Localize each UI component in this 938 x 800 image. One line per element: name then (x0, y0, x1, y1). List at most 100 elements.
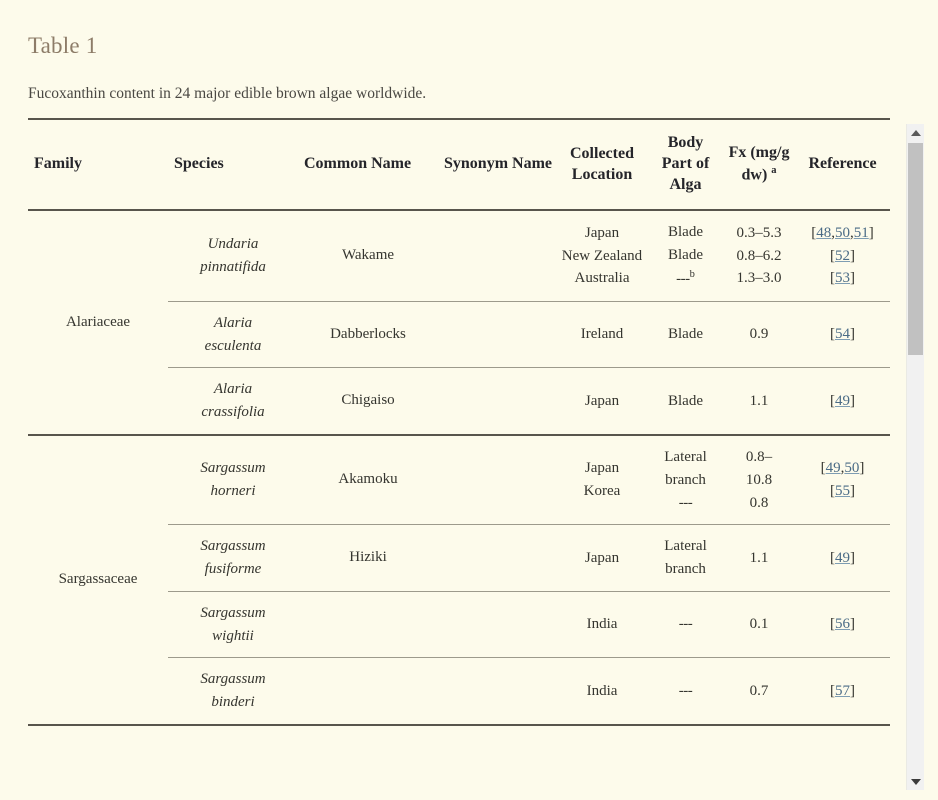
cell-line: binderi (172, 691, 294, 714)
cell-line-text: India (586, 682, 618, 699)
table-row: Sargassaceae Sargassum horneri Akamoku Japan… (28, 433, 890, 726)
cell-common-name: Wakame (298, 209, 438, 302)
cell-species: Sargassum wightii (168, 590, 298, 658)
cell-fx-value: 0.3–5.3 0.8–6.2 1.3–3.0 (723, 209, 795, 302)
cell-line-text: Korea (583, 483, 621, 500)
cell-line: India (560, 613, 644, 636)
reference-group: [49,50] (820, 460, 865, 477)
column-header-species: Species (168, 118, 298, 212)
cell-species: Alaria esculenta (168, 300, 298, 368)
table-wrapper: Family Species Common Name Synonym Name … (28, 118, 890, 728)
cell-line: --- (652, 680, 719, 703)
footnote-marker: b (689, 268, 695, 280)
cell-species: Sargassum horneri (168, 433, 298, 525)
cell-body-part: Blade Blade ---b (648, 209, 723, 302)
reference-link[interactable]: 49 (826, 460, 841, 476)
cell-body-part: --- (648, 657, 723, 726)
column-header-common-name: Common Name (298, 118, 438, 212)
cell-line-text: Alaria (213, 381, 253, 398)
cell-line: Ireland (560, 323, 644, 346)
scrollbar-thumb[interactable] (908, 143, 923, 355)
cell-line: crassifolia (172, 401, 294, 424)
reference-link[interactable]: 50 (844, 460, 859, 476)
cell-line-text: 0.3–5.3 (736, 224, 782, 241)
cell-line: 0.1 (727, 613, 791, 636)
reference-link[interactable]: 56 (835, 616, 850, 632)
reference-group: [53] (830, 270, 855, 287)
cell-line-text: 0.7 (749, 682, 769, 699)
cell-common-name: Dabberlocks (298, 300, 438, 368)
vertical-scrollbar[interactable] (906, 124, 924, 790)
cell-line: Sargassum (172, 535, 294, 558)
cell-line-text: 10.8 (745, 471, 773, 488)
cell-line: Blade (652, 221, 719, 244)
cell-line-text: 1.3–3.0 (736, 270, 782, 287)
cell-line-text: --- (678, 682, 693, 699)
cell-line-text: 0.1 (749, 616, 769, 633)
reference-link[interactable]: 51 (854, 225, 869, 241)
reference-link[interactable]: 50 (835, 225, 850, 241)
cell-fx-value: 0.8– 10.8 0.8 (723, 433, 795, 525)
cell-line: Undaria (172, 233, 294, 256)
cell-line: 0.8– (727, 446, 791, 469)
column-header-family: Family (28, 118, 168, 212)
cell-synonym-name (438, 300, 556, 368)
table-scroll-area[interactable]: Family Species Common Name Synonym Name … (0, 118, 938, 800)
cell-fx-value: 0.7 (723, 657, 795, 726)
table-bottom-rule-cell (28, 724, 890, 728)
cell-line-text: Australia (574, 270, 630, 287)
reference-group: [56] (830, 616, 855, 633)
cell-line: horneri (172, 480, 294, 503)
cell-line: Japan (560, 547, 644, 570)
reference-link[interactable]: 49 (835, 393, 850, 409)
cell-fx-value: 0.9 (723, 300, 795, 368)
cell-line-text: fusiforme (204, 561, 262, 578)
cell-reference: [56] (795, 590, 890, 658)
cell-line: Alaria (172, 312, 294, 335)
cell-collected-location: Japan (556, 524, 648, 592)
table-page: Table 1 Fucoxanthin content in 24 major … (0, 0, 938, 800)
cell-line: --- (652, 613, 719, 636)
reference-link[interactable]: 57 (835, 683, 850, 699)
reference-link[interactable]: 49 (835, 550, 850, 566)
table-body: Alariaceae Undaria pinnatifida Wakame Japan N… (28, 209, 890, 728)
cell-synonym-name (438, 209, 556, 302)
cell-species: Undaria pinnatifida (168, 209, 298, 302)
cell-line-text: horneri (210, 483, 256, 500)
cell-reference: [57] (795, 657, 890, 726)
cell-line-text: Blade (668, 392, 703, 409)
column-header-reference: Reference (795, 118, 890, 212)
cell-line-text: Lateral branch (664, 538, 707, 578)
cell-species: Sargassum binderi (168, 657, 298, 726)
table-label: Table 1 (28, 33, 98, 58)
cell-line: 0.8–6.2 (727, 245, 791, 268)
table-head: Family Species Common Name Synonym Name … (28, 118, 890, 212)
cell-line-text: pinnatifida (200, 259, 266, 276)
cell-line: Korea (560, 480, 644, 503)
cell-common-name: Akamoku (298, 433, 438, 525)
cell-line: 1.3–3.0 (727, 267, 791, 290)
cell-line-text: binderi (211, 694, 255, 711)
cell-body-part: Blade (648, 300, 723, 368)
scroll-down-button[interactable] (907, 773, 924, 790)
cell-line: 0.9 (727, 323, 791, 346)
reference-group: [57] (830, 682, 855, 699)
cell-reference: [49] (795, 524, 890, 592)
cell-line: Australia (560, 267, 644, 290)
cell-line: 0.8 (727, 492, 791, 515)
cell-collected-location: India (556, 590, 648, 658)
column-header-fx-text: Fx (mg/g dw) (728, 144, 790, 183)
cell-line: 0.3–5.3 (727, 222, 791, 245)
cell-reference: [48,50,51] [52] [53] (795, 209, 890, 302)
column-header-body-part: Body Part of Alga (648, 118, 723, 212)
reference-link[interactable]: 48 (816, 225, 831, 241)
reference-link[interactable]: 55 (835, 483, 850, 499)
cell-synonym-name (438, 590, 556, 658)
cell-family: Alariaceae (28, 209, 168, 435)
cell-common-name (298, 590, 438, 658)
scroll-up-button[interactable] (907, 124, 924, 141)
reference-link[interactable]: 53 (835, 270, 850, 286)
reference-link[interactable]: 52 (835, 248, 850, 264)
cell-synonym-name (438, 433, 556, 525)
reference-link[interactable]: 54 (835, 326, 850, 342)
